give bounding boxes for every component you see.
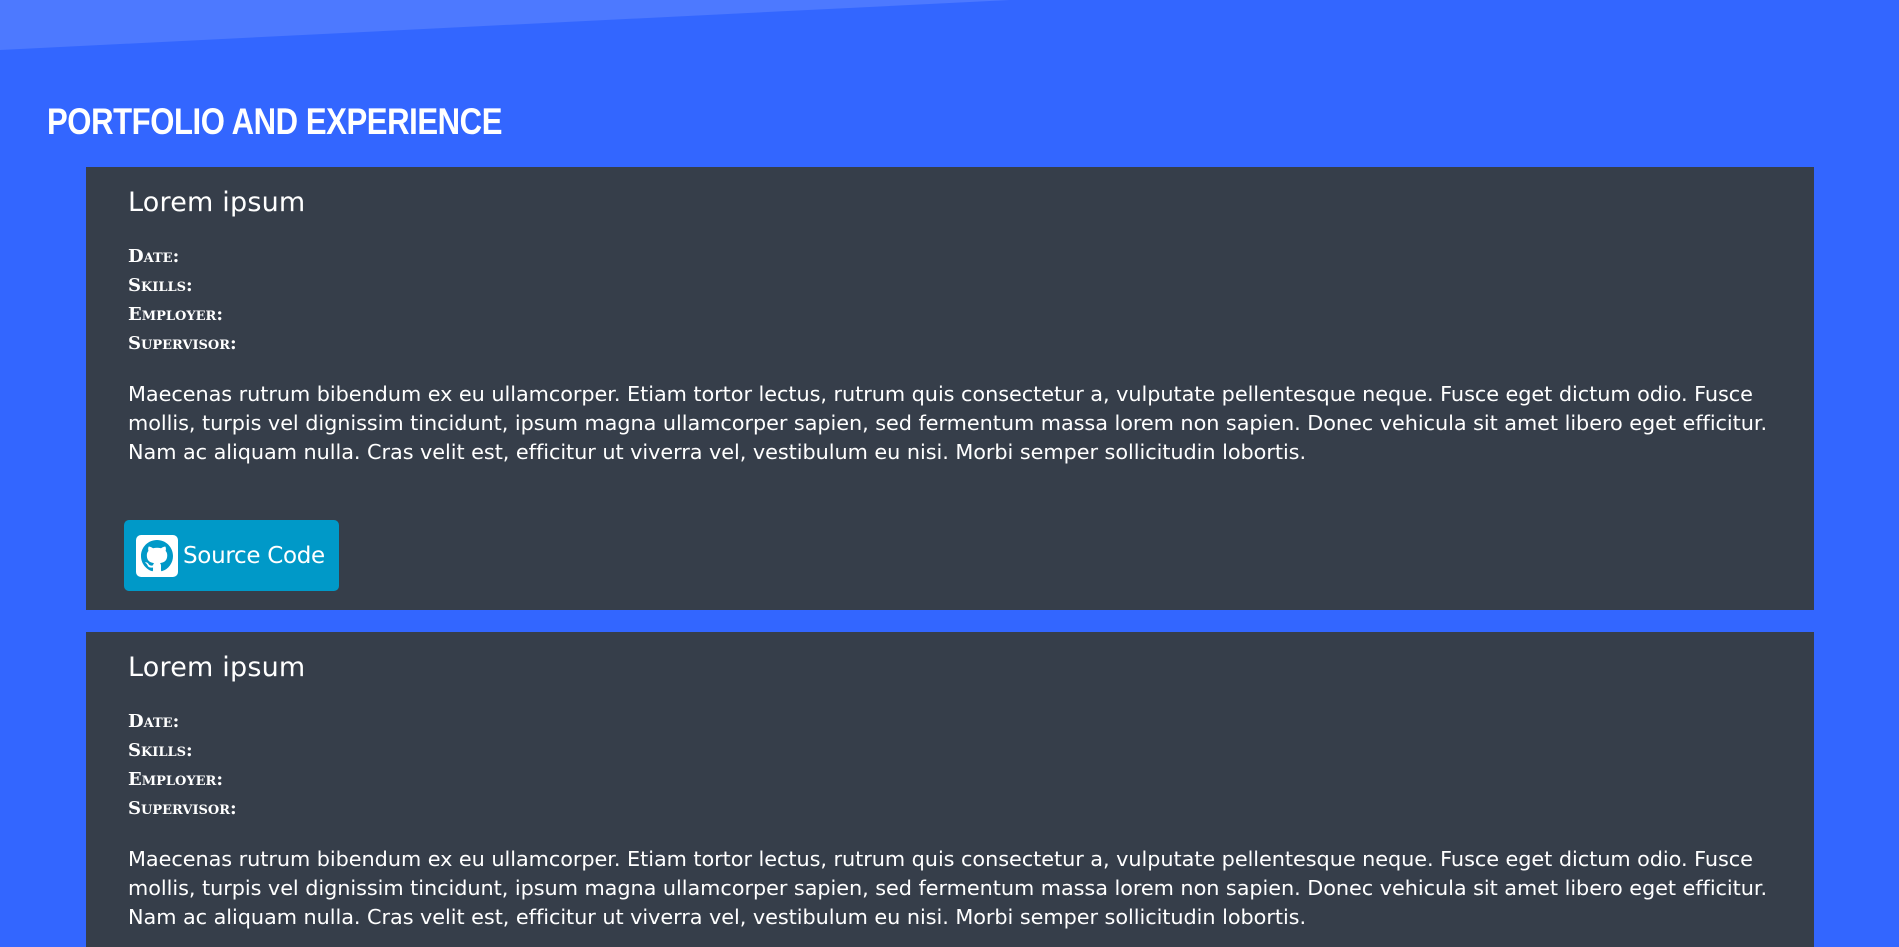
source-code-label: Source Code (183, 542, 325, 569)
card-meta: Date: Skills: Employer: Supervisor: (128, 707, 237, 823)
source-code-button[interactable]: Source Code (124, 520, 339, 591)
card-meta: Date: Skills: Employer: Supervisor: (128, 242, 237, 358)
skills-label: Skills: (128, 275, 193, 296)
employer-label: Employer: (128, 304, 223, 325)
github-icon (136, 534, 178, 577)
skills-label: Skills: (128, 740, 193, 761)
supervisor-label: Supervisor: (128, 798, 237, 819)
portfolio-card: Lorem ipsum Date: Skills: Employer: Supe… (86, 167, 1814, 610)
date-label: Date: (128, 711, 180, 732)
portfolio-card: Lorem ipsum Date: Skills: Employer: Supe… (86, 632, 1814, 947)
header-wave-decoration (0, 0, 1010, 50)
card-title: Lorem ipsum (128, 652, 306, 683)
card-description: Maecenas rutrum bibendum ex eu ullamcorp… (128, 847, 1768, 929)
date-label: Date: (128, 246, 180, 267)
card-title: Lorem ipsum (128, 187, 306, 218)
portfolio-page: Portfolio and Experience Lorem ipsum Dat… (0, 0, 1899, 947)
card-description: Maecenas rutrum bibendum ex eu ullamcorp… (128, 382, 1768, 464)
employer-label: Employer: (128, 769, 223, 790)
supervisor-label: Supervisor: (128, 333, 237, 354)
section-title: Portfolio and Experience (47, 101, 503, 142)
